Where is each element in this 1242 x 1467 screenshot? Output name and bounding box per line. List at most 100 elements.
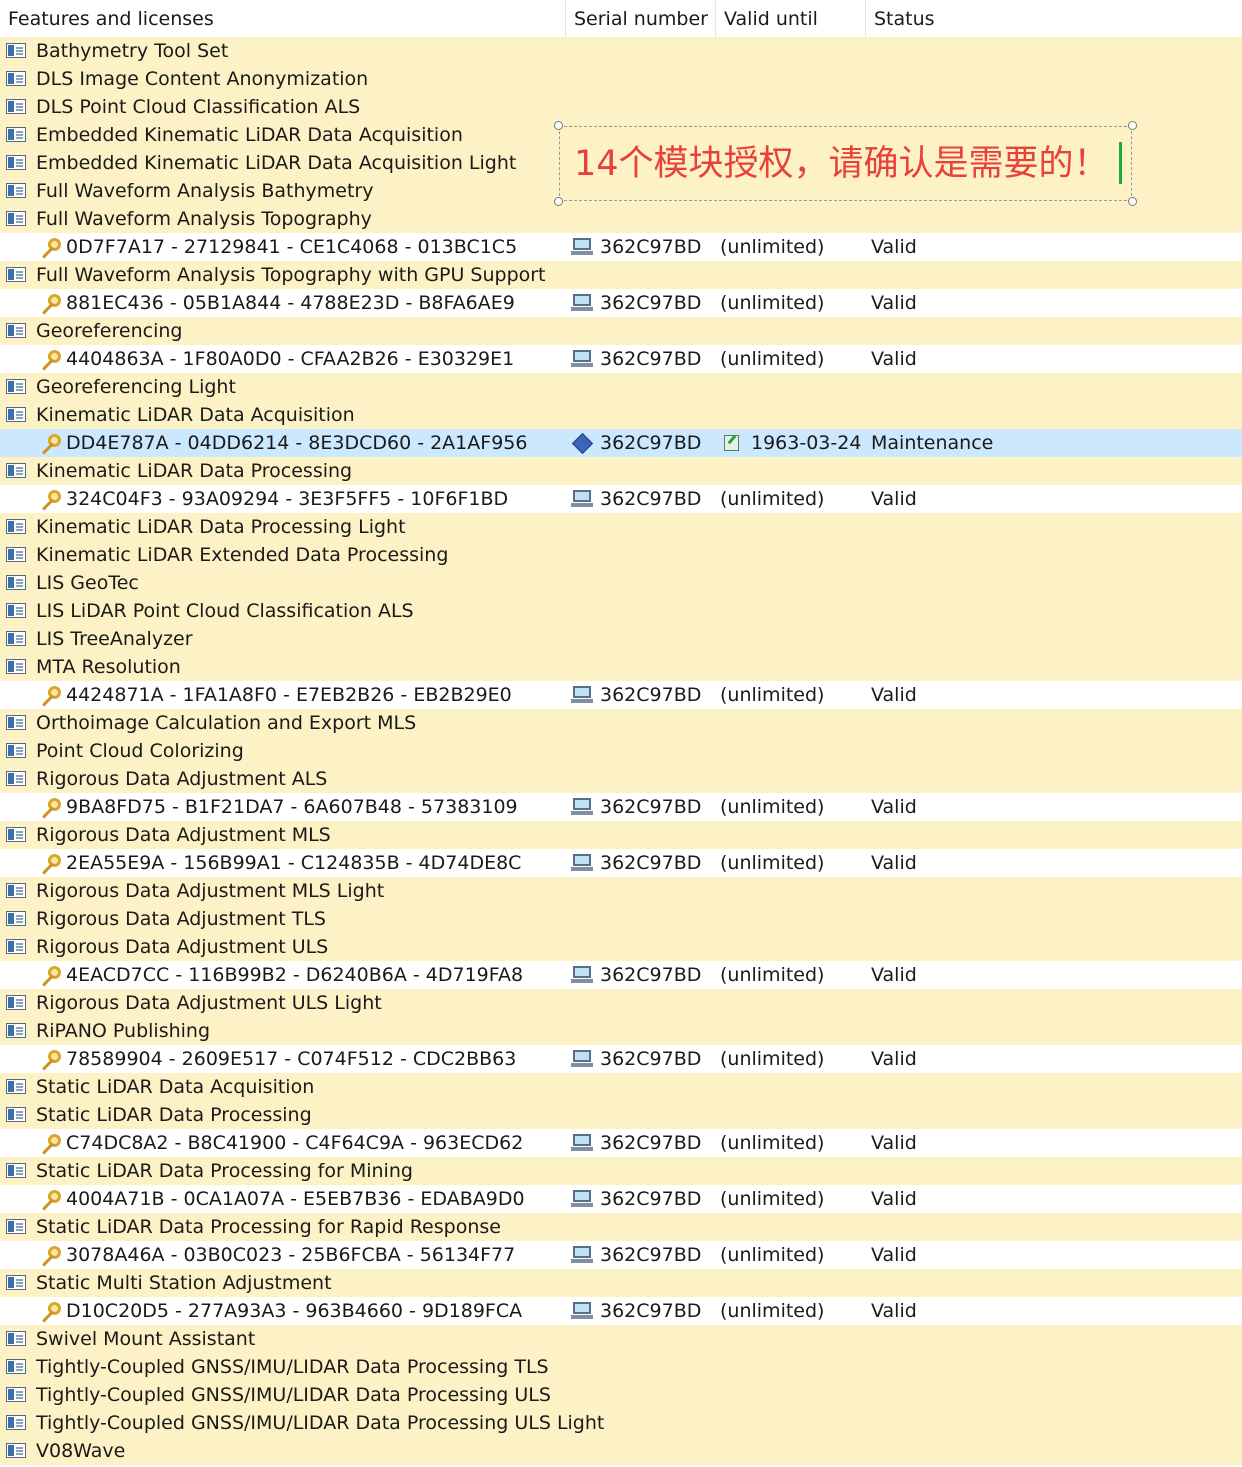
- feature-row[interactable]: Full Waveform Analysis Topography: [0, 205, 1242, 233]
- feature-row[interactable]: LIS LiDAR Point Cloud Classification ALS: [0, 597, 1242, 625]
- feature-module-icon: [6, 99, 26, 114]
- feature-module-icon: [6, 771, 26, 786]
- key-icon: [35, 1185, 61, 1213]
- feature-row[interactable]: Kinematic LiDAR Extended Data Processing: [0, 541, 1242, 569]
- column-header-serial-number[interactable]: Serial number: [566, 0, 716, 37]
- feature-module-icon: [6, 1443, 26, 1458]
- feature-row[interactable]: MTA Resolution: [0, 653, 1242, 681]
- feature-row[interactable]: Kinematic LiDAR Data Acquisition: [0, 401, 1242, 429]
- license-key: C74DC8A2 - B8C41900 - C4F64C9A - 963ECD6…: [66, 1132, 524, 1154]
- feature-row[interactable]: Georeferencing Light: [0, 373, 1242, 401]
- feature-module-icon: [6, 575, 26, 590]
- feature-row[interactable]: Rigorous Data Adjustment ALS: [0, 765, 1242, 793]
- license-row[interactable]: D10C20D5 - 277A93A3 - 963B4660 - 9D189FC…: [0, 1297, 1242, 1325]
- feature-row[interactable]: Static LiDAR Data Acquisition: [0, 1073, 1242, 1101]
- feature-module-icon: [6, 463, 26, 478]
- resize-handle-bottom-left[interactable]: [554, 197, 563, 206]
- license-row[interactable]: 324C04F3 - 93A09294 - 3E3F5FF5 - 10F6F1B…: [0, 485, 1242, 513]
- feature-row[interactable]: Rigorous Data Adjustment ULS Light: [0, 989, 1242, 1017]
- feature-row[interactable]: Kinematic LiDAR Data Processing: [0, 457, 1242, 485]
- feature-row[interactable]: DLS Point Cloud Classification ALS: [0, 93, 1242, 121]
- license-row[interactable]: C74DC8A2 - B8C41900 - C4F64C9A - 963ECD6…: [0, 1129, 1242, 1157]
- feature-name: LIS GeoTec: [36, 572, 139, 594]
- feature-name: Kinematic LiDAR Data Processing Light: [36, 516, 406, 538]
- feature-row[interactable]: Point Cloud Colorizing: [0, 737, 1242, 765]
- feature-row[interactable]: Kinematic LiDAR Data Processing Light: [0, 513, 1242, 541]
- feature-row[interactable]: Static LiDAR Data Processing for Rapid R…: [0, 1213, 1242, 1241]
- feature-name: Full Waveform Analysis Topography: [36, 208, 372, 230]
- feature-module-icon: [6, 939, 26, 954]
- column-header-valid-until[interactable]: Valid until: [716, 0, 866, 37]
- resize-handle-top-right[interactable]: [1128, 121, 1137, 130]
- license-status: Valid: [871, 964, 917, 986]
- license-key: 78589904 - 2609E517 - C074F512 - CDC2BB6…: [66, 1048, 517, 1070]
- feature-row[interactable]: LIS TreeAnalyzer: [0, 625, 1242, 653]
- annotation-text[interactable]: 14个模块授权，请确认是需要的！: [574, 140, 1109, 188]
- valid-until: 1963-03-24: [751, 432, 862, 454]
- feature-row[interactable]: Static LiDAR Data Processing for Mining: [0, 1157, 1242, 1185]
- feature-module-icon: [6, 379, 26, 394]
- feature-row[interactable]: RiPANO Publishing: [0, 1017, 1242, 1045]
- column-header-features[interactable]: Features and licenses: [0, 0, 566, 37]
- feature-module-icon: [6, 127, 26, 142]
- license-row[interactable]: 4004A71B - 0CA1A07A - E5EB7B36 - EDABA9D…: [0, 1185, 1242, 1213]
- feature-name: LIS LiDAR Point Cloud Classification ALS: [36, 600, 414, 622]
- license-row[interactable]: 0D7F7A17 - 27129841 - CE1C4068 - 013BC1C…: [0, 233, 1242, 261]
- license-row[interactable]: 9BA8FD75 - B1F21DA7 - 6A607B48 - 5738310…: [0, 793, 1242, 821]
- feature-row[interactable]: Full Waveform Analysis Topography with G…: [0, 261, 1242, 289]
- license-row[interactable]: 881EC436 - 05B1A844 - 4788E23D - B8FA6AE…: [0, 289, 1242, 317]
- resize-handle-top-left[interactable]: [554, 121, 563, 130]
- feature-name: Bathymetry Tool Set: [36, 40, 229, 62]
- license-key: 3078A46A - 03B0C023 - 25B6FCBA - 56134F7…: [66, 1244, 516, 1266]
- feature-row[interactable]: Tightly-Coupled GNSS/IMU/LIDAR Data Proc…: [0, 1381, 1242, 1409]
- feature-row[interactable]: Bathymetry Tool Set: [0, 37, 1242, 65]
- computer-icon: [571, 798, 593, 816]
- feature-row[interactable]: DLS Image Content Anonymization: [0, 65, 1242, 93]
- feature-row[interactable]: Rigorous Data Adjustment MLS Light: [0, 877, 1242, 905]
- valid-until: (unlimited): [720, 1188, 825, 1210]
- feature-name: Point Cloud Colorizing: [36, 740, 244, 762]
- feature-row[interactable]: Georeferencing: [0, 317, 1242, 345]
- feature-row[interactable]: LIS GeoTec: [0, 569, 1242, 597]
- feature-row[interactable]: V08Wave: [0, 1437, 1242, 1465]
- feature-row[interactable]: Rigorous Data Adjustment ULS: [0, 933, 1242, 961]
- computer-icon: [571, 238, 593, 256]
- license-row[interactable]: 3078A46A - 03B0C023 - 25B6FCBA - 56134F7…: [0, 1241, 1242, 1269]
- feature-module-icon: [6, 183, 26, 198]
- license-status: Maintenance: [871, 432, 994, 454]
- license-row[interactable]: 4424871A - 1FA1A8F0 - E7EB2B26 - EB2B29E…: [0, 681, 1242, 709]
- license-row[interactable]: 4404863A - 1F80A0D0 - CFAA2B26 - E30329E…: [0, 345, 1242, 373]
- feature-module-icon: [6, 1359, 26, 1374]
- feature-name: Kinematic LiDAR Data Acquisition: [36, 404, 355, 426]
- feature-row[interactable]: Rigorous Data Adjustment MLS: [0, 821, 1242, 849]
- computer-icon: [571, 1302, 593, 1320]
- feature-row[interactable]: Rigorous Data Adjustment TLS: [0, 905, 1242, 933]
- feature-name: Georeferencing: [36, 320, 183, 342]
- column-header-status[interactable]: Status: [866, 0, 1242, 37]
- column-header: Features and licenses Serial number Vali…: [0, 0, 1242, 37]
- feature-row[interactable]: Swivel Mount Assistant: [0, 1325, 1242, 1353]
- resize-handle-bottom-right[interactable]: [1128, 197, 1137, 206]
- feature-name: Rigorous Data Adjustment MLS Light: [36, 880, 385, 902]
- serial-number: 362C97BD: [600, 348, 702, 370]
- feature-row[interactable]: Tightly-Coupled GNSS/IMU/LIDAR Data Proc…: [0, 1353, 1242, 1381]
- feature-row[interactable]: Static Multi Station Adjustment: [0, 1269, 1242, 1297]
- text-caret: [1119, 142, 1122, 184]
- serial-number: 362C97BD: [600, 1244, 702, 1266]
- feature-name: Embedded Kinematic LiDAR Data Acquisitio…: [36, 152, 517, 174]
- license-row[interactable]: 4EACD7CC - 116B99B2 - D6240B6A - 4D719FA…: [0, 961, 1242, 989]
- license-row[interactable]: 78589904 - 2609E517 - C074F512 - CDC2BB6…: [0, 1045, 1242, 1073]
- feature-row[interactable]: Orthoimage Calculation and Export MLS: [0, 709, 1242, 737]
- feature-row[interactable]: Static LiDAR Data Processing: [0, 1101, 1242, 1129]
- license-row-selected[interactable]: DD4E787A - 04DD6214 - 8E3DCD60 - 2A1AF95…: [0, 429, 1242, 457]
- feature-row[interactable]: Tightly-Coupled GNSS/IMU/LIDAR Data Proc…: [0, 1409, 1242, 1437]
- serial-number: 362C97BD: [600, 292, 702, 314]
- feature-name: Kinematic LiDAR Data Processing: [36, 460, 353, 482]
- computer-icon: [571, 1134, 593, 1152]
- key-icon: [35, 485, 61, 513]
- annotation-box[interactable]: 14个模块授权，请确认是需要的！: [554, 121, 1137, 206]
- license-row[interactable]: 2EA55E9A - 156B99A1 - C124835B - 4D74DE8…: [0, 849, 1242, 877]
- serial-number: 362C97BD: [600, 488, 702, 510]
- key-icon: [35, 961, 61, 989]
- license-key: 4004A71B - 0CA1A07A - E5EB7B36 - EDABA9D…: [66, 1188, 525, 1210]
